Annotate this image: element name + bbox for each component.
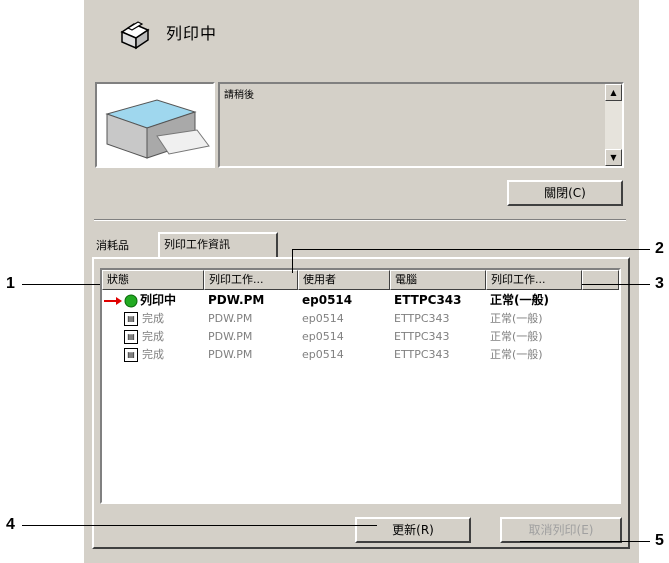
column-header-job-type[interactable]: 列印工作... [486,270,582,290]
callout-line-2 [292,249,650,250]
printer-icon [120,21,150,50]
job-computer: ETTPC343 [394,312,450,325]
printing-arrow-icon [104,294,138,308]
status-title: 列印中 [166,24,218,43]
tab-job-info[interactable]: 列印工作資訊 [158,232,278,258]
job-status: 完成 [142,348,164,361]
job-document: PDW.PM [208,330,253,343]
document-icon: ▤ [124,312,138,326]
callout-line-1 [22,284,100,285]
job-document: PDW.PM [208,348,253,361]
callout-3: 3 [655,275,664,292]
job-computer: ETTPC343 [394,293,462,307]
job-row-active[interactable]: 列印中 PDW.PM ep0514 ETTPC343 正常(一般) [102,291,619,309]
job-document: PDW.PM [208,293,265,307]
callout-1: 1 [6,275,15,292]
callout-line-3 [582,284,650,285]
column-header-status[interactable]: 狀態 [102,270,204,290]
callout-line-5 [520,541,650,542]
job-user: ep0514 [302,330,344,343]
job-computer: ETTPC343 [394,348,450,361]
job-user: ep0514 [302,348,344,361]
job-type: 正常(一般) [490,348,543,361]
job-row-done[interactable]: ▤ 完成 PDW.PM ep0514 ETTPC343 正常(一般) [102,346,619,364]
refresh-button[interactable]: 更新(R) [355,517,471,543]
scroll-up-icon[interactable]: ▲ [605,84,622,101]
close-button[interactable]: 關閉(C) [507,180,623,206]
job-computer: ETTPC343 [394,330,450,343]
document-icon: ▤ [124,348,138,362]
status-message: 請稍後 [224,90,254,101]
document-icon: ▤ [124,330,138,344]
scroll-down-icon[interactable]: ▼ [605,149,622,166]
job-status: 完成 [142,330,164,343]
job-user: ep0514 [302,293,353,307]
job-document: PDW.PM [208,312,253,325]
message-scrollbar[interactable]: ▲ ▼ [605,84,622,166]
separator [94,219,626,221]
job-list: 狀態 列印工作... 使用者 電腦 列印工作... 列印中 PDW.PM ep0… [100,268,621,504]
callout-line-4 [22,525,377,526]
printer-image [95,82,215,168]
job-type: 正常(一般) [490,293,549,307]
column-header-document[interactable]: 列印工作... [204,270,298,290]
job-row-done[interactable]: ▤ 完成 PDW.PM ep0514 ETTPC343 正常(一般) [102,310,619,328]
status-message-box: 請稍後 ▲ ▼ [218,82,624,168]
job-user: ep0514 [302,312,344,325]
callout-4: 4 [6,516,15,533]
tab-supplies[interactable]: 消耗品 [92,236,156,258]
column-header-spacer [582,270,619,290]
job-status: 列印中 [140,293,177,307]
job-type: 正常(一般) [490,330,543,343]
callout-line-2-stem [292,249,293,273]
column-header-computer[interactable]: 電腦 [390,270,486,290]
callout-5: 5 [655,532,664,549]
job-row-done[interactable]: ▤ 完成 PDW.PM ep0514 ETTPC343 正常(一般) [102,328,619,346]
job-type: 正常(一般) [490,312,543,325]
column-header-user[interactable]: 使用者 [298,270,390,290]
callout-2: 2 [655,240,664,257]
cancel-printing-button[interactable]: 取消列印(E) [500,517,622,543]
job-status: 完成 [142,312,164,325]
